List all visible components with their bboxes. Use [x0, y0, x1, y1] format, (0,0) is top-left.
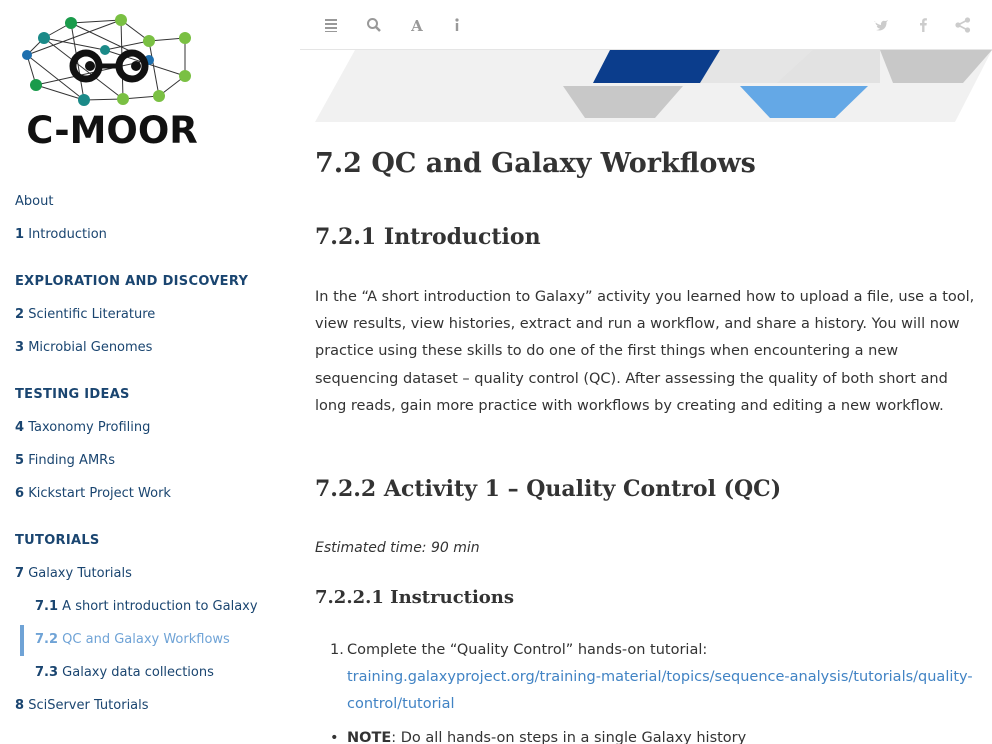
c-moor-logo[interactable]: C-MOOR: [15, 10, 210, 150]
list-icon[interactable]: [320, 14, 342, 36]
toc-number: 8: [15, 698, 25, 713]
toc-label: SciServer Tutorials: [28, 698, 149, 713]
toc-label: QC and Galaxy Workflows: [62, 632, 230, 647]
toc-item-about[interactable]: About: [0, 190, 300, 223]
toc-number: 4: [15, 420, 25, 435]
list-marker: 1.: [330, 642, 344, 658]
toc-item-kickstart-project-work[interactable]: 6 Kickstart Project Work: [0, 482, 300, 515]
toc-item-galaxy-data-collections[interactable]: 7.3 Galaxy data collections: [0, 661, 300, 694]
note-label: NOTE: [347, 730, 392, 744]
list-item: 1. Complete the “Quality Control” hands-…: [315, 637, 975, 718]
subsection-heading-instructions: 7.2.2.1 Instructions: [315, 587, 515, 608]
info-icon[interactable]: [446, 14, 468, 36]
toc-number: 6: [15, 486, 25, 501]
intro-paragraph: In the “A short introduction to Galaxy” …: [315, 289, 975, 414]
toc-label: Introduction: [28, 227, 107, 242]
toc-section-testing-ideas: TESTING IDEAS: [15, 387, 130, 402]
search-icon[interactable]: [363, 14, 385, 36]
section-heading-introduction: 7.2.1 Introduction: [315, 224, 541, 250]
toc-label: Scientific Literature: [28, 307, 156, 322]
toc-item-short-intro-galaxy[interactable]: 7.1 A short introduction to Galaxy: [0, 595, 300, 628]
toc-item-finding-amrs[interactable]: 5 Finding AMRs: [0, 449, 300, 482]
list-item: • NOTE: Do all hands-on steps in a singl…: [315, 725, 975, 744]
toc-section-tutorials: TUTORIALS: [15, 533, 100, 548]
facebook-icon[interactable]: [912, 14, 934, 36]
toc-number: 3: [15, 340, 25, 355]
toc-label: Microbial Genomes: [28, 340, 153, 355]
toc-label: A short introduction to Galaxy: [62, 599, 258, 614]
toc-label: About: [15, 194, 54, 209]
bullet-icon: •: [330, 730, 339, 744]
toc-label: Galaxy Tutorials: [28, 566, 132, 581]
toc-item-microbial-genomes[interactable]: 3 Microbial Genomes: [0, 336, 300, 369]
toc-label: Finding AMRs: [28, 453, 115, 468]
decorative-banner: [315, 50, 992, 122]
svg-text:A: A: [410, 17, 423, 35]
toc-number: 2: [15, 307, 25, 322]
estimated-time: Estimated time: 90 min: [315, 540, 480, 556]
toc-number: 1: [15, 227, 25, 242]
table-of-contents: About 1 Introduction EXPLORATION AND DIS…: [0, 190, 300, 727]
logo-wordmark: C-MOOR: [26, 109, 198, 150]
toc-label: Kickstart Project Work: [28, 486, 171, 501]
font-icon[interactable]: A: [406, 14, 428, 36]
toc-number: 5: [15, 453, 25, 468]
toc-item-galaxy-tutorials[interactable]: 7 Galaxy Tutorials: [0, 562, 300, 595]
toc-number: 7.3: [35, 665, 59, 680]
toc-item-introduction[interactable]: 1 Introduction: [0, 223, 300, 256]
toc-number: 7.1: [35, 599, 59, 614]
step-1-text: Complete the “Quality Control” hands-on …: [347, 642, 708, 658]
instructions-list: 1. Complete the “Quality Control” hands-…: [315, 637, 975, 744]
toc-item-taxonomy-profiling[interactable]: 4 Taxonomy Profiling: [0, 416, 300, 449]
share-icon[interactable]: [952, 14, 974, 36]
quality-control-tutorial-link[interactable]: training.galaxyproject.org/training-mate…: [347, 669, 973, 712]
toc-number: 7.2: [35, 632, 59, 647]
note-text: : Do all hands-on steps in a single Gala…: [391, 730, 747, 744]
section-heading-activity-1: 7.2.2 Activity 1 – Quality Control (QC): [315, 476, 782, 502]
toc-item-qc-galaxy-workflows[interactable]: 7.2 QC and Galaxy Workflows: [0, 625, 300, 661]
sidebar: C-MOOR About 1 Introduction EXPLORATION …: [0, 0, 300, 744]
toc-section-exploration: EXPLORATION AND DISCOVERY: [15, 274, 249, 289]
top-toolbar: A: [300, 0, 992, 50]
toc-label: Taxonomy Profiling: [28, 420, 151, 435]
page-title: 7.2 QC and Galaxy Workflows: [315, 148, 756, 179]
twitter-icon[interactable]: [870, 14, 892, 36]
toc-item-sciserver-tutorials[interactable]: 8 SciServer Tutorials: [0, 694, 300, 727]
toc-label: Galaxy data collections: [62, 665, 214, 680]
toc-item-scientific-literature[interactable]: 2 Scientific Literature: [0, 303, 300, 336]
toc-number: 7: [15, 566, 25, 581]
